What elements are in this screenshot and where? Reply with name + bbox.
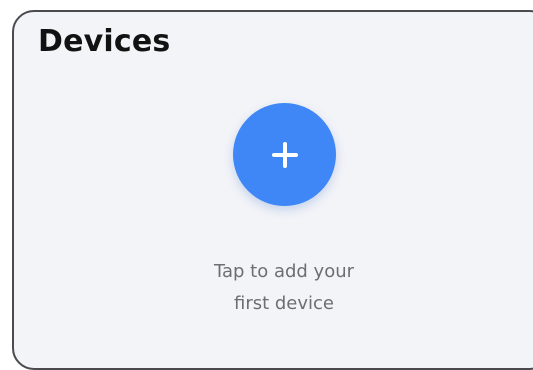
card-title: Devices — [38, 24, 171, 59]
empty-state-text-line1: Tap to add your — [213, 261, 355, 282]
plus-icon — [271, 141, 298, 168]
empty-state-text-line2: first device — [233, 293, 335, 314]
add-device-button[interactable] — [233, 103, 336, 206]
devices-card: Devices Tap to add your first device — [12, 10, 533, 370]
